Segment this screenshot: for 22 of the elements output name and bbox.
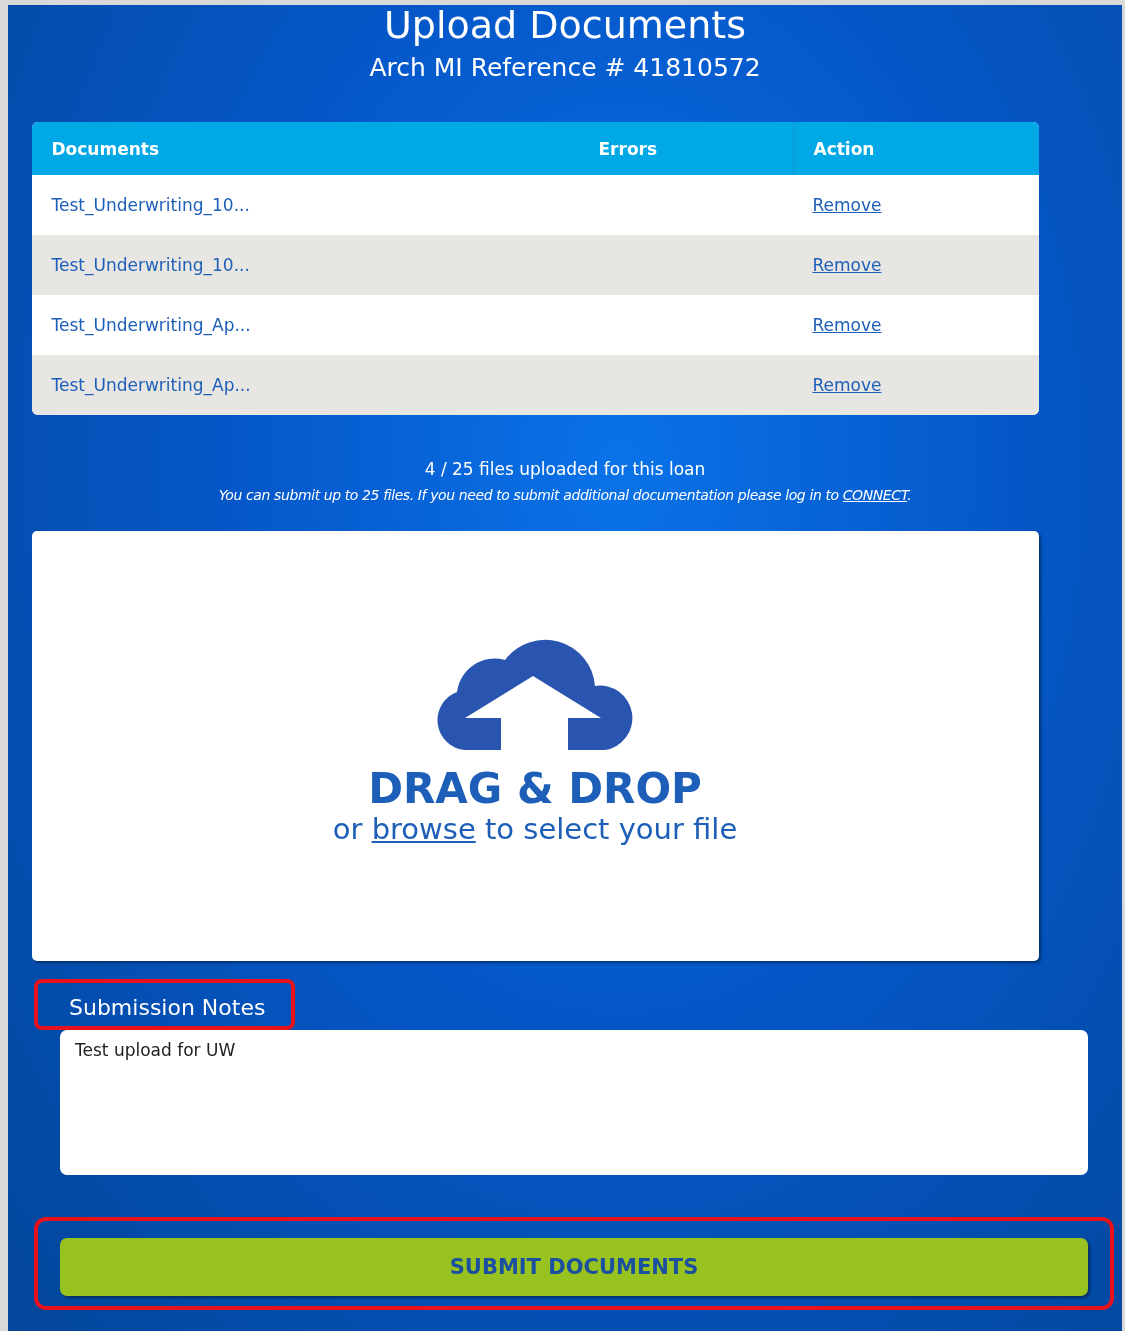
reference-number: Arch MI Reference # 41810572 xyxy=(369,53,761,82)
remove-link[interactable]: Remove xyxy=(812,375,882,395)
document-name: Test_Underwriting_Ap... xyxy=(51,315,251,335)
notes-field[interactable]: Test upload for UW xyxy=(60,1030,1088,1175)
drop-instruction: or browse to select your file xyxy=(332,812,738,846)
document-name: Test_Underwriting_10... xyxy=(51,255,250,275)
info-note: You can submit up to 25 files. If you need to submit additional documentation please log in to CONNECT. xyxy=(218,487,912,503)
page-title: Upload Documents xyxy=(384,5,746,45)
file-count: 4 / 25 files uploaded for this loan xyxy=(424,459,706,479)
document-name: Test_Underwriting_Ap... xyxy=(51,375,251,395)
document-name: Test_Underwriting_10... xyxy=(51,195,250,215)
notes-label: Submission Notes xyxy=(34,979,296,1030)
column-header: Documents xyxy=(50,137,161,161)
connect-link[interactable]: CONNECT xyxy=(842,487,908,503)
remove-link[interactable]: Remove xyxy=(812,195,882,215)
remove-link[interactable]: Remove xyxy=(812,315,882,335)
drop-heading: DRAG & DROP xyxy=(368,766,702,812)
browse-link[interactable]: browse xyxy=(371,812,476,846)
column-header: Errors xyxy=(597,137,659,161)
remove-link[interactable]: Remove xyxy=(812,255,882,275)
submit-button[interactable]: SUBMIT DOCUMENTS xyxy=(60,1238,1088,1296)
drop-zone[interactable]: DRAG & DROP or browse to select your file xyxy=(31,531,1039,961)
